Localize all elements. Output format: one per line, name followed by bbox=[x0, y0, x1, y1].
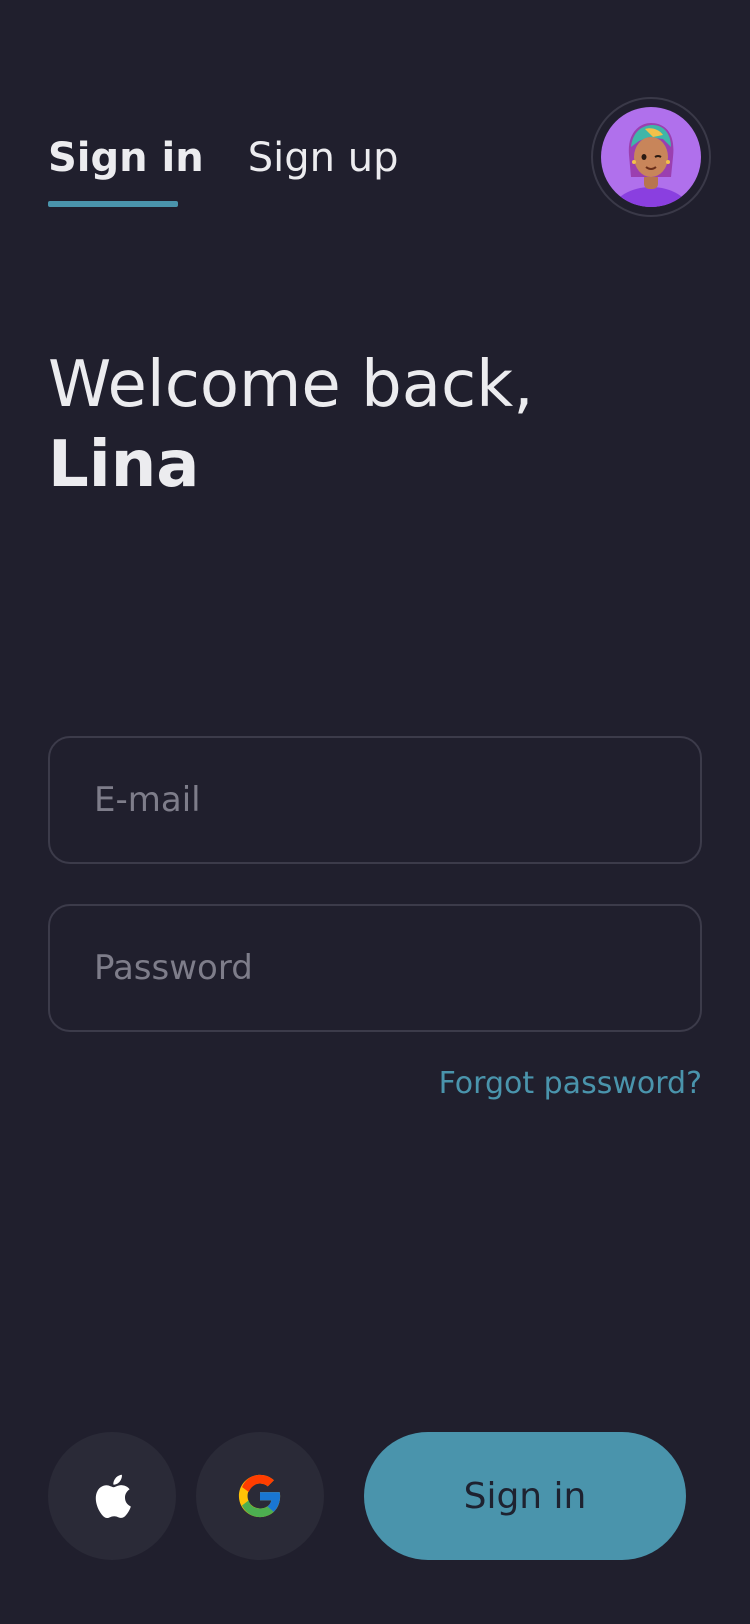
avatar-illustration bbox=[613, 123, 689, 207]
welcome-heading: Welcome back, Lina bbox=[48, 345, 534, 505]
email-input[interactable] bbox=[50, 738, 700, 862]
apple-signin-button[interactable] bbox=[48, 1432, 176, 1560]
google-icon bbox=[238, 1474, 281, 1518]
avatar bbox=[601, 107, 701, 207]
user-name: Lina bbox=[48, 428, 200, 502]
forgot-password-link[interactable]: Forgot password? bbox=[439, 1066, 702, 1101]
sign-in-button[interactable]: Sign in bbox=[364, 1432, 686, 1560]
password-input[interactable] bbox=[50, 906, 700, 1030]
google-signin-button[interactable] bbox=[196, 1432, 324, 1560]
password-field bbox=[48, 904, 702, 1032]
email-field bbox=[48, 736, 702, 864]
tab-sign-up[interactable]: Sign up bbox=[248, 130, 399, 186]
welcome-text: Welcome back, bbox=[48, 348, 534, 422]
apple-icon bbox=[95, 1474, 131, 1519]
tab-sign-in[interactable]: Sign in bbox=[48, 130, 204, 186]
auth-tabs: Sign in Sign up bbox=[48, 130, 398, 186]
active-tab-indicator bbox=[48, 201, 178, 207]
avatar-button[interactable] bbox=[591, 97, 711, 217]
